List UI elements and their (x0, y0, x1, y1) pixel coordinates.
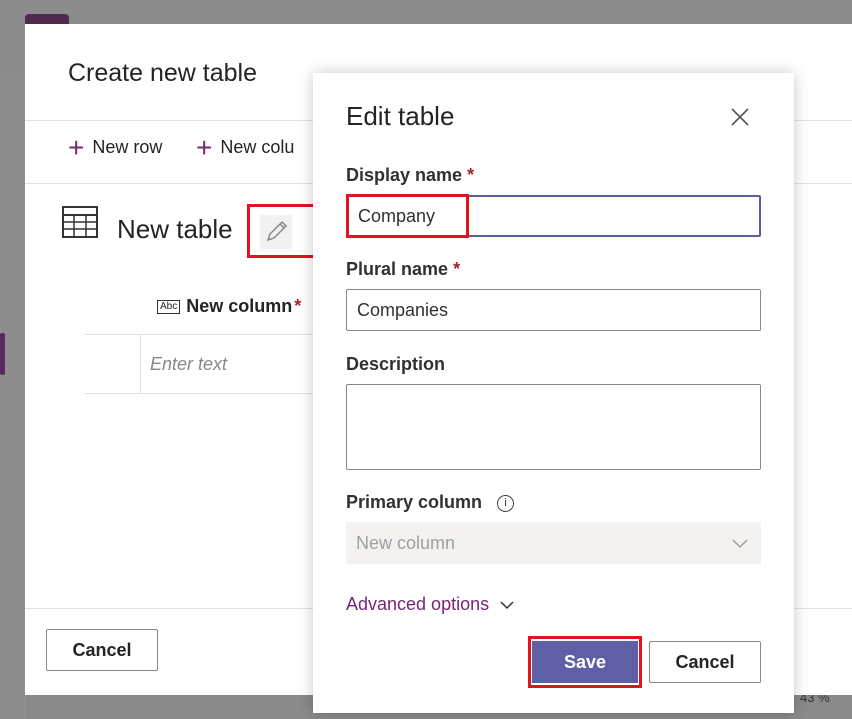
primary-column-value: New column (356, 532, 456, 553)
cancel-button[interactable]: Cancel (46, 629, 158, 671)
plural-name-input[interactable]: Companies (346, 289, 761, 331)
display-name-label: Display name * (346, 165, 474, 186)
table-name: New table (117, 214, 233, 244)
advanced-options-label: Advanced options (346, 594, 490, 614)
chevron-down-icon (500, 600, 514, 609)
plus-icon: + (68, 131, 85, 163)
grid-line (140, 335, 141, 393)
panel-title: Edit table (346, 101, 455, 131)
description-label: Description (346, 354, 446, 374)
info-icon[interactable]: i (497, 494, 515, 512)
edit-table-pencil-button[interactable] (247, 204, 317, 258)
save-button[interactable]: Save (532, 641, 638, 683)
primary-column-label-text: Primary column (346, 492, 483, 512)
cancel-button[interactable]: Cancel (649, 641, 761, 683)
grid-line (84, 393, 344, 394)
text-type-icon: Abc (157, 299, 181, 314)
primary-column-label: Primary column i (346, 492, 515, 513)
column-header-new-column[interactable]: Abc New column * (157, 296, 301, 317)
chevron-down-icon (732, 539, 748, 549)
table-icon (62, 206, 98, 238)
cell-input[interactable]: Enter text (150, 354, 227, 375)
new-column-label: New colu (220, 137, 295, 157)
close-icon[interactable] (729, 106, 751, 128)
new-row-label: New row (92, 137, 163, 157)
pencil-icon (266, 220, 288, 242)
plural-name-label-text: Plural name (346, 259, 449, 279)
edit-table-panel: Edit table Display name * Company Plural… (313, 73, 794, 713)
display-name-highlight (346, 194, 469, 238)
new-column-button[interactable]: + New colu (196, 131, 295, 163)
primary-column-select: New column (346, 522, 761, 564)
required-asterisk: * (453, 259, 461, 279)
display-name-label-text: Display name (346, 165, 463, 185)
dialog-title: Create new table (68, 59, 258, 87)
grid-line (84, 334, 344, 335)
left-rail-selected-indicator (0, 333, 5, 375)
pencil-button-background (260, 215, 292, 249)
plural-name-label: Plural name * (346, 259, 460, 280)
column-header-label: New column (186, 296, 293, 316)
description-textarea[interactable] (346, 384, 761, 470)
required-asterisk: * (467, 165, 475, 185)
advanced-options-toggle[interactable]: Advanced options (346, 594, 515, 615)
left-navigation-rail (0, 78, 26, 719)
plural-name-value: Companies (357, 299, 449, 320)
new-row-button[interactable]: + New row (68, 131, 163, 163)
required-asterisk: * (294, 296, 302, 316)
plus-icon: + (196, 131, 213, 163)
